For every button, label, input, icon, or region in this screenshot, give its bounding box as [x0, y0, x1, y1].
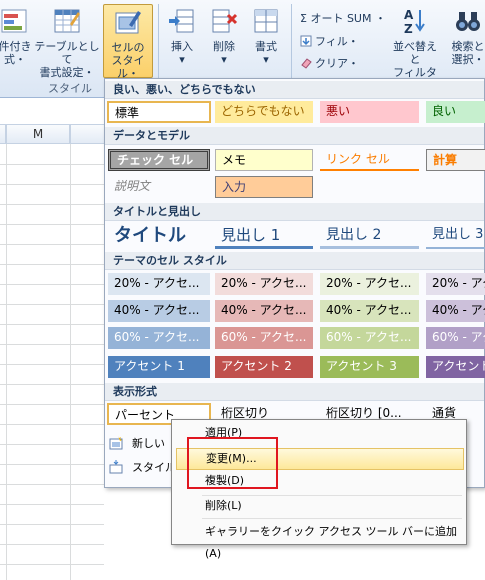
style-explanatory[interactable]: 説明文 [108, 176, 210, 198]
conditional-format-icon [1, 9, 27, 33]
style-accent1[interactable]: アクセント 1 [108, 356, 210, 378]
style-accent3[interactable]: アクセント 3 [320, 356, 419, 378]
sort-az-icon: A Z [404, 8, 425, 36]
column-header-m[interactable]: M [6, 124, 70, 144]
highlight-annotation-box [187, 437, 278, 489]
style-good[interactable]: 良い [426, 101, 485, 123]
binoculars-icon [456, 12, 480, 31]
merge-styles-icon [109, 460, 123, 474]
menu-item-add-to-quick-access[interactable]: ギャラリーをクイック アクセス ツール バーに追加(A) [176, 521, 464, 560]
delete-dropdown-arrow: ▾ [221, 53, 227, 66]
menu-separator [202, 518, 462, 519]
style-linked-cell[interactable]: リンク セル [320, 149, 419, 171]
section-theme-cell-styles: テーマのセル スタイル [105, 252, 484, 270]
style-60-accent2[interactable]: 60% - アクセ... [215, 327, 313, 349]
style-40-accent2[interactable]: 40% - アクセ... [215, 300, 313, 322]
format-as-table-label-1: テーブルとして [34, 40, 100, 66]
fill-down-icon [300, 35, 312, 47]
group-label-style: スタイル [48, 82, 92, 95]
style-40-accent4[interactable]: 40% - アク [426, 300, 485, 322]
find-select-label-2: 選択・ [451, 53, 485, 66]
section-titles-headings: タイトルと見出し [105, 203, 484, 221]
style-heading-1[interactable]: 見出し 1 [215, 223, 313, 249]
clear-button[interactable]: クリア・ [300, 55, 359, 71]
svg-text:Z: Z [404, 22, 413, 36]
fill-label: フィル・ [315, 35, 359, 48]
format-dropdown-arrow: ▾ [263, 53, 269, 66]
style-accent2[interactable]: アクセント 2 [215, 356, 313, 378]
format-label: 書式 [255, 40, 277, 53]
clear-label: クリア・ [315, 57, 359, 70]
style-note[interactable]: メモ [215, 149, 313, 171]
insert-cells-icon [169, 9, 194, 33]
format-button[interactable]: 書式 ▾ [247, 6, 285, 66]
autosum-label: Σ オート SUM ・ [300, 12, 386, 25]
eraser-icon [301, 58, 312, 69]
cell-styles-label-2: スタイル・ [111, 54, 145, 80]
new-cell-style-label: 新しい [132, 437, 165, 450]
style-bad[interactable]: 悪い [320, 101, 419, 123]
style-60-accent3[interactable]: 60% - アクセ... [320, 327, 419, 349]
style-20-accent2[interactable]: 20% - アクセ... [215, 273, 313, 295]
style-input[interactable]: 入力 [215, 176, 313, 198]
section-data-model: データとモデル [105, 127, 484, 145]
find-select-label-1: 検索と [451, 40, 485, 53]
format-as-table-label-2: 書式設定・ [39, 66, 95, 79]
section-number-format: 表示形式 [105, 383, 484, 401]
cell-styles-label-1: セルの [111, 41, 145, 54]
insert-button[interactable]: 挿入 ▾ [163, 6, 201, 66]
fill-button[interactable]: フィル・ [300, 33, 359, 49]
autosum-button[interactable]: Σ オート SUM ・ [300, 10, 386, 26]
cell-styles-button[interactable]: セルの スタイル・ [103, 4, 153, 80]
gridline [6, 144, 7, 580]
merge-styles-item[interactable]: スタイル [109, 459, 176, 475]
new-cell-style-item[interactable]: 新しい [109, 435, 165, 451]
style-heading-3[interactable]: 見出し 3 [426, 223, 485, 249]
style-40-accent1[interactable]: 40% - アクセ... [108, 300, 210, 322]
style-60-accent1[interactable]: 60% - アクセ... [108, 327, 210, 349]
delete-button[interactable]: 削除 ▾ [205, 6, 243, 66]
style-neutral[interactable]: どちらでもない [215, 101, 313, 123]
cell-styles-icon [115, 11, 141, 34]
style-20-accent1[interactable]: 20% - アクセ... [108, 273, 210, 295]
style-40-accent3[interactable]: 40% - アクセ... [320, 300, 419, 322]
merge-styles-label: スタイル [132, 461, 176, 474]
section-good-bad-neutral: 良い、悪い、どちらでもない [105, 81, 484, 99]
conditional-format-label-1: 件付き [0, 40, 32, 53]
gridline [70, 144, 71, 580]
style-calculation[interactable]: 計算 [426, 149, 485, 171]
style-accent4[interactable]: アクセント [426, 356, 485, 378]
conditional-format-label-2: 式・ [4, 53, 26, 66]
svg-text:A: A [404, 8, 414, 22]
format-cells-icon [254, 9, 278, 33]
style-heading-2[interactable]: 見出し 2 [320, 223, 419, 249]
conditional-format-button[interactable]: 件付き 式・ [0, 6, 32, 66]
style-normal[interactable]: 標準 [107, 101, 211, 123]
format-as-table-button[interactable]: テーブルとして 書式設定・ [34, 6, 100, 79]
table-format-icon [54, 9, 80, 33]
sort-filter-label-1: 並べ替えと [393, 40, 437, 66]
style-60-accent4[interactable]: 60% - アク [426, 327, 485, 349]
new-style-icon [109, 436, 123, 450]
style-20-accent3[interactable]: 20% - アクセ... [320, 273, 419, 295]
find-select-button[interactable]: 検索と 選択・ [446, 6, 485, 66]
insert-dropdown-arrow: ▾ [179, 53, 185, 66]
delete-label: 削除 [213, 40, 235, 53]
insert-label: 挿入 [171, 40, 193, 53]
delete-cells-icon [212, 9, 238, 33]
style-title[interactable]: タイトル [108, 223, 210, 249]
style-check-cell[interactable]: チェック セル [108, 149, 210, 171]
style-20-accent4[interactable]: 20% - アク [426, 273, 485, 295]
menu-item-delete[interactable]: 削除(L) [176, 495, 464, 517]
